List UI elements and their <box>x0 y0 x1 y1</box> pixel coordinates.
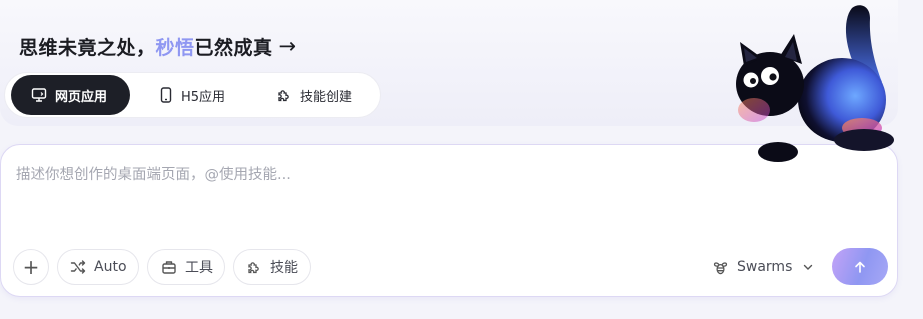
hero-headline[interactable]: 思维未竟之处， 秒悟 已然成真 → <box>19 33 297 59</box>
tab-skill-create[interactable]: 技能创建 <box>248 75 378 115</box>
auto-mode-label: Auto <box>94 259 127 275</box>
auto-mode-button[interactable]: Auto <box>57 249 139 285</box>
model-selector[interactable]: Swarms <box>712 251 814 283</box>
tab-h5-app-label: H5应用 <box>181 89 226 105</box>
arrow-right-icon: → <box>278 34 297 58</box>
headline-suffix: 已然成真 <box>194 36 273 59</box>
skills-button[interactable]: 技能 <box>233 249 311 285</box>
toolbox-icon <box>162 261 176 274</box>
arrow-up-icon <box>855 261 865 273</box>
tab-skill-create-label: 技能创建 <box>300 89 353 105</box>
shuffle-icon <box>70 260 86 274</box>
bee-icon <box>713 261 728 274</box>
plus-icon: + <box>22 255 40 279</box>
chevron-down-icon <box>804 264 813 270</box>
model-label: Swarms <box>737 259 793 275</box>
phone-icon <box>160 87 172 103</box>
app-type-tabs: 网页应用 H5应用 技能创建 <box>4 72 381 118</box>
add-button[interactable]: + <box>13 249 49 285</box>
tools-button[interactable]: 工具 <box>147 249 225 285</box>
send-button[interactable] <box>832 248 888 285</box>
puzzle-icon <box>278 90 289 102</box>
tab-h5-app[interactable]: H5应用 <box>130 75 248 115</box>
puzzle-icon <box>248 262 259 274</box>
prompt-input[interactable] <box>16 163 716 187</box>
monitor-icon <box>31 88 47 102</box>
tab-web-app[interactable]: 网页应用 <box>11 75 130 115</box>
skills-label: 技能 <box>270 260 298 276</box>
tools-label: 工具 <box>185 260 213 276</box>
headline-prefix: 思维未竟之处， <box>19 36 156 59</box>
black-cat-mascot <box>736 5 894 162</box>
headline-accent: 秒悟 <box>155 36 195 59</box>
tab-web-app-label: 网页应用 <box>55 89 108 105</box>
